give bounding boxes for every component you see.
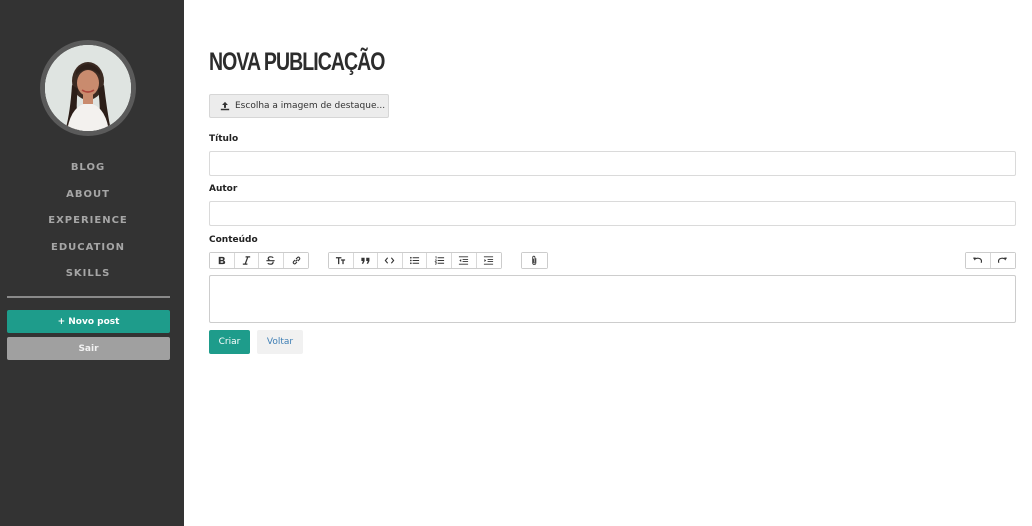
profile-avatar	[40, 40, 136, 136]
text-tools-group	[209, 252, 310, 269]
italic-icon	[242, 256, 251, 265]
strikethrough-button[interactable]	[259, 253, 284, 268]
title-input[interactable]	[209, 151, 1016, 176]
numbered-list-icon	[434, 256, 444, 265]
create-button[interactable]: Criar	[209, 330, 250, 354]
file-tools-group	[521, 252, 548, 269]
bullet-list-icon	[410, 256, 420, 265]
decrease-indent-button[interactable]	[451, 253, 477, 268]
redo-icon	[998, 257, 1008, 263]
bullet-list-button[interactable]	[402, 253, 428, 268]
attach-button[interactable]	[522, 253, 547, 268]
back-button[interactable]: Voltar	[257, 330, 303, 354]
attach-icon	[532, 255, 537, 266]
decrease-indent-icon	[459, 256, 469, 265]
heading-icon	[336, 257, 346, 265]
sidebar-divider	[7, 296, 170, 298]
increase-indent-icon	[484, 256, 494, 265]
nav-item-education: EDUCATION	[0, 236, 176, 263]
upload-button-label: Escolha a imagem de destaque...	[235, 101, 386, 111]
numbered-list-button[interactable]	[427, 253, 452, 268]
history-tools-group	[965, 252, 1017, 269]
content-label: Conteúdo	[209, 235, 258, 245]
nav-link-blog[interactable]: BLOG	[71, 162, 105, 173]
block-tools-group	[328, 252, 503, 269]
nav-item-blog: BLOG	[0, 156, 176, 183]
sidebar: BLOG ABOUT EXPERIENCE EDUCATION SKILLS +…	[0, 0, 184, 526]
featured-image-upload-button[interactable]: Escolha a imagem de destaque...	[209, 94, 389, 118]
code-button[interactable]	[378, 253, 403, 268]
nav-link-about[interactable]: ABOUT	[66, 189, 110, 200]
bold-button[interactable]	[210, 253, 235, 268]
title-label: Título	[209, 134, 239, 144]
nav-item-experience: EXPERIENCE	[0, 209, 176, 236]
logout-button[interactable]: Sair	[7, 337, 170, 360]
profile-photo	[45, 45, 131, 131]
sidebar-nav: BLOG ABOUT EXPERIENCE EDUCATION SKILLS	[0, 156, 176, 289]
upload-icon	[220, 101, 230, 111]
editor-toolbar	[209, 252, 1017, 269]
nav-link-experience[interactable]: EXPERIENCE	[48, 215, 128, 226]
undo-button[interactable]	[966, 253, 991, 268]
code-icon	[385, 257, 395, 264]
quote-button[interactable]	[353, 253, 379, 268]
bold-icon	[219, 256, 226, 265]
redo-button[interactable]	[990, 253, 1016, 268]
undo-icon	[973, 257, 983, 263]
page-title: NOVA PUBLICAÇÃO	[209, 48, 385, 76]
quote-icon	[361, 257, 370, 264]
increase-indent-button[interactable]	[476, 253, 502, 268]
italic-button[interactable]	[234, 253, 260, 268]
nav-item-skills: SKILLS	[0, 262, 176, 289]
author-label: Autor	[209, 184, 238, 194]
new-post-button[interactable]: + Novo post	[7, 310, 170, 333]
link-icon	[292, 256, 300, 265]
link-button[interactable]	[283, 253, 309, 268]
nav-link-skills[interactable]: SKILLS	[66, 268, 111, 279]
nav-link-education[interactable]: EDUCATION	[51, 242, 125, 253]
post-form: NOVA PUBLICAÇÃO Escolha a imagem de dest…	[209, 0, 1017, 526]
strikethrough-icon	[266, 256, 276, 265]
nav-item-about: ABOUT	[0, 183, 176, 210]
author-input[interactable]	[209, 201, 1016, 226]
content-editor[interactable]	[209, 275, 1016, 323]
heading-button[interactable]	[329, 253, 354, 268]
